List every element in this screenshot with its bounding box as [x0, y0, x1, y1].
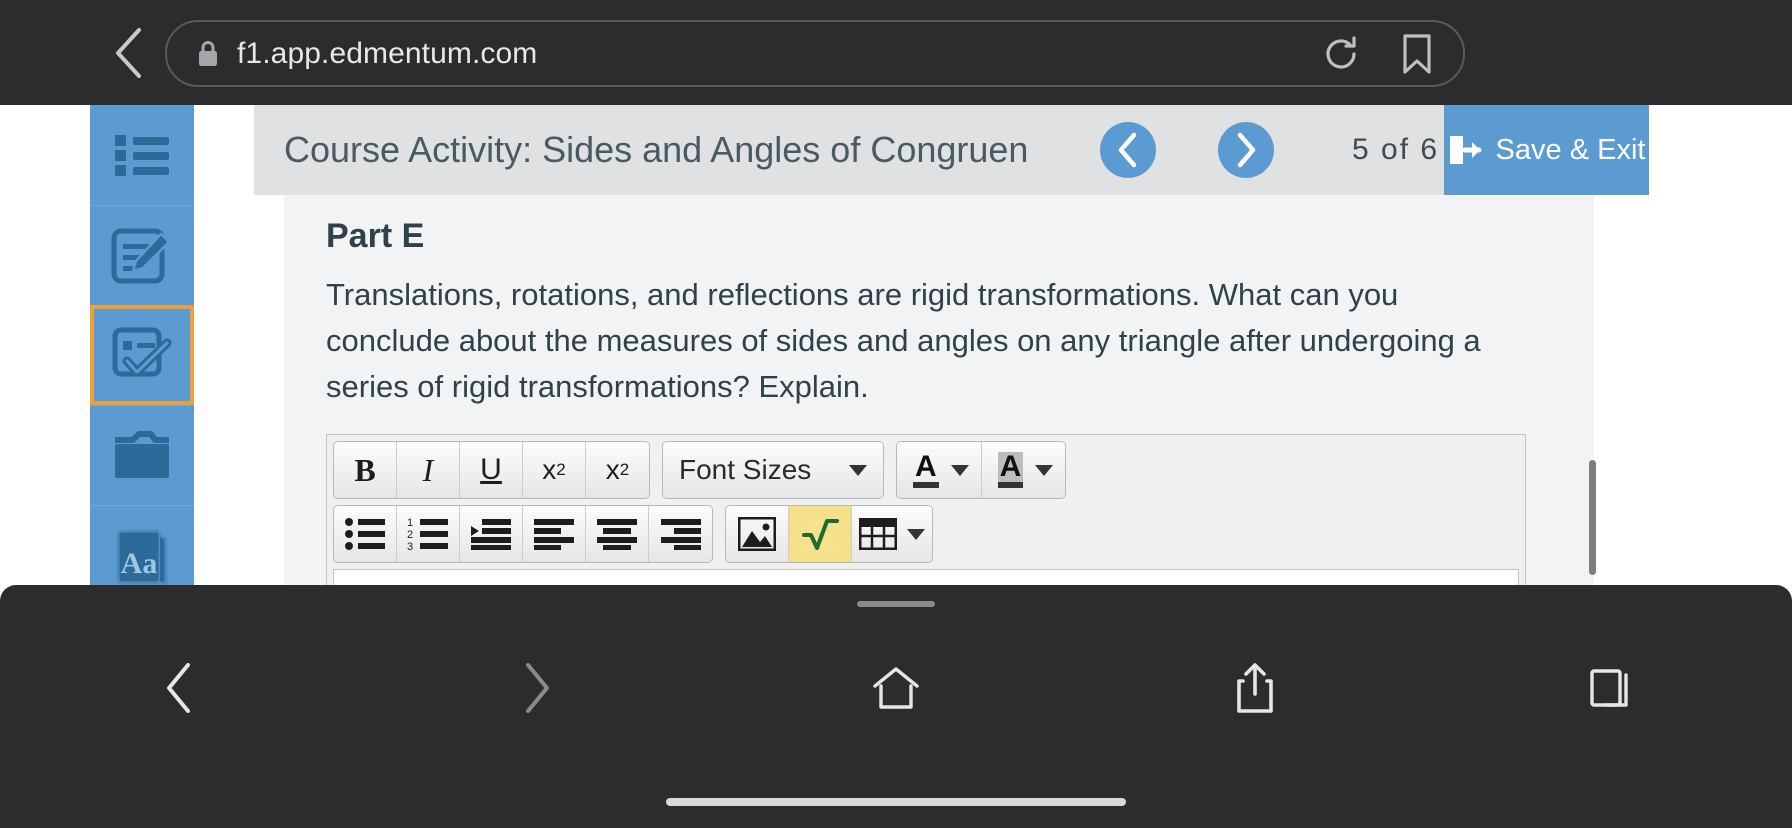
- system-tabs-button[interactable]: [1434, 666, 1792, 710]
- reload-icon[interactable]: [1321, 34, 1361, 74]
- insert-group: [725, 505, 933, 563]
- indent-button[interactable]: [460, 506, 523, 562]
- text-color-label: A: [913, 452, 939, 488]
- svg-text:Aa: Aa: [121, 547, 158, 580]
- system-back-button[interactable]: [0, 661, 358, 715]
- home-icon: [873, 667, 919, 709]
- subscript-exponent: 2: [619, 460, 630, 479]
- page-current: 5: [1352, 133, 1371, 166]
- align-right-icon: [660, 519, 701, 550]
- vertical-scrollbar[interactable]: [1589, 460, 1596, 575]
- tool-rail: Aa: [90, 105, 194, 676]
- subscript-base: x: [605, 454, 620, 485]
- editor-toolbar-row-2: 1 2 3: [327, 505, 1525, 569]
- activity-header: Course Activity: Sides and Angles of Con…: [254, 105, 1649, 195]
- text-style-group: B I U x2 x2: [333, 441, 650, 499]
- dictionary-icon: Aa: [116, 529, 168, 584]
- font-sizes-group: Font Sizes: [662, 441, 884, 499]
- text-color-button[interactable]: A: [897, 442, 982, 498]
- notepad-pencil-icon: [111, 228, 171, 283]
- sidebar-item-notes[interactable]: [90, 205, 194, 305]
- background-color-label: A: [997, 452, 1024, 488]
- chevron-down-icon: [950, 464, 969, 476]
- chevron-right-icon: [1237, 132, 1256, 168]
- save-and-exit-label: Save & Exit: [1495, 133, 1646, 166]
- share-icon: [1237, 663, 1273, 713]
- sheet-grabber[interactable]: [857, 601, 935, 607]
- bullet-list-icon: [345, 518, 385, 550]
- background-color-button[interactable]: A: [981, 442, 1066, 498]
- sidebar-item-course-list[interactable]: [90, 105, 194, 205]
- page-of-label: of: [1381, 133, 1411, 166]
- page-title: Course Activity: Sides and Angles of Con…: [284, 129, 1029, 170]
- italic-button[interactable]: I: [397, 442, 460, 498]
- sidebar-item-resources[interactable]: [90, 405, 194, 505]
- chevron-left-icon: [116, 27, 141, 78]
- chevron-down-icon: [907, 528, 925, 540]
- system-toolbar: [0, 585, 1792, 828]
- chevron-right-icon: [526, 663, 549, 713]
- folder-icon: [115, 430, 169, 478]
- save-and-exit-button[interactable]: Save & Exit: [1444, 105, 1649, 195]
- activity-content: Course Activity: Sides and Angles of Con…: [194, 105, 1649, 690]
- browser-chrome: f1.app.edmentum.com: [0, 0, 1792, 105]
- subscript-button[interactable]: x2: [586, 442, 649, 498]
- system-forward-button[interactable]: [358, 661, 716, 715]
- chevron-down-icon: [1035, 464, 1054, 476]
- color-group: A A: [896, 441, 1067, 499]
- underline-button[interactable]: U: [460, 442, 523, 498]
- align-left-icon: [534, 519, 574, 550]
- url-text: f1.app.edmentum.com: [237, 36, 538, 70]
- bullet-list-button[interactable]: [334, 506, 397, 562]
- numbered-list-button[interactable]: 1 2 3: [397, 506, 460, 562]
- question-text: Translations, rotations, and reflections…: [326, 277, 1481, 404]
- align-right-button[interactable]: [649, 506, 712, 562]
- lock-icon: [197, 40, 219, 68]
- bookmark-icon[interactable]: [1401, 33, 1433, 75]
- page-total: 6: [1420, 133, 1440, 166]
- system-share-button[interactable]: [1076, 662, 1434, 714]
- exit-icon: [1449, 136, 1482, 164]
- list-icon: [115, 135, 169, 176]
- insert-math-button[interactable]: [789, 506, 852, 562]
- svg-text:3: 3: [407, 541, 413, 551]
- url-bar[interactable]: f1.app.edmentum.com: [165, 20, 1465, 87]
- browser-back-button[interactable]: [88, 27, 168, 79]
- superscript-button[interactable]: x2: [523, 442, 586, 498]
- chevron-left-icon: [167, 663, 190, 713]
- font-sizes-label: Font Sizes: [679, 454, 812, 485]
- table-icon: [859, 518, 897, 550]
- numbered-list-icon: 1 2 3: [407, 517, 448, 551]
- home-indicator: [666, 798, 1126, 806]
- tabs-icon: [1590, 669, 1628, 707]
- align-left-button[interactable]: [523, 506, 586, 562]
- font-sizes-select[interactable]: Font Sizes: [663, 442, 883, 498]
- checklist-check-icon: [112, 327, 172, 377]
- insert-image-button[interactable]: [726, 506, 789, 562]
- indent-icon: [471, 519, 511, 550]
- superscript-exponent: 2: [556, 460, 566, 479]
- pagination: 5 of 6: [1352, 133, 1439, 167]
- svg-text:2: 2: [407, 529, 413, 541]
- superscript-base: x: [542, 454, 557, 485]
- next-page-button[interactable]: [1218, 122, 1274, 178]
- align-center-icon: [597, 519, 637, 550]
- sidebar-item-assignments[interactable]: [90, 305, 194, 405]
- chevron-left-icon: [1118, 132, 1137, 168]
- list-align-group: 1 2 3: [333, 505, 713, 563]
- image-icon: [738, 517, 776, 551]
- svg-text:1: 1: [407, 517, 413, 529]
- editor-toolbar-row-1: B I U x2 x2 Font Sizes A A: [327, 435, 1525, 505]
- insert-table-button[interactable]: [852, 506, 932, 562]
- bold-button[interactable]: B: [334, 442, 397, 498]
- math-sqrt-icon: [801, 517, 839, 551]
- chevron-down-icon: [849, 464, 867, 476]
- part-title: Part E: [326, 217, 425, 255]
- system-home-button[interactable]: [716, 666, 1076, 710]
- align-center-button[interactable]: [586, 506, 649, 562]
